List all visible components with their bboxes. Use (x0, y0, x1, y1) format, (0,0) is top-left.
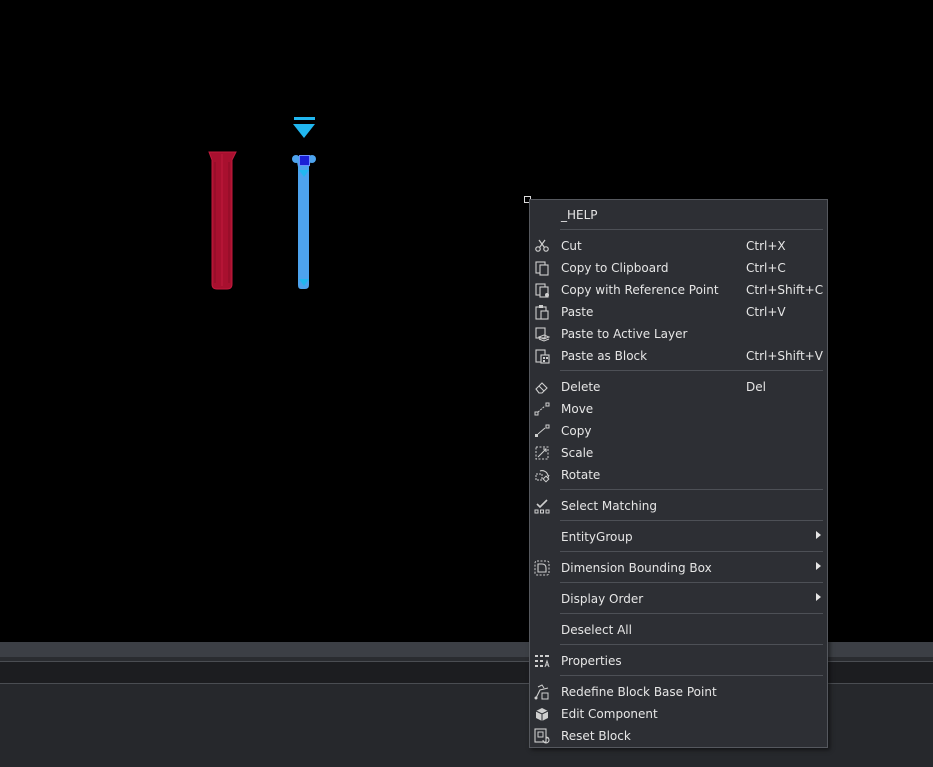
menu-item-help[interactable]: _HELP (532, 204, 825, 226)
menu-item-label: Display Order (561, 592, 644, 606)
menu-item-label: Paste (561, 305, 594, 319)
menu-separator (560, 229, 823, 230)
menu-separator (560, 551, 823, 552)
menu-item-label: Copy with Reference Point (561, 283, 719, 297)
menu-item-shortcut: Ctrl+Shift+V (746, 349, 823, 363)
menu-separator (560, 582, 823, 583)
dimension-bounding-box-icon (534, 560, 550, 576)
reset-block-icon (534, 728, 550, 744)
menu-item-edit-component[interactable]: Edit Component (532, 703, 825, 725)
edit-component-icon (534, 706, 550, 722)
grip-point[interactable] (299, 155, 310, 166)
menu-item-copy-to-clipboard[interactable]: Copy to Clipboard Ctrl+C (532, 257, 825, 279)
menu-item-label: Delete (561, 380, 601, 394)
menu-item-label: Scale (561, 446, 594, 460)
menu-item-copy[interactable]: Copy (532, 420, 825, 442)
menu-item-label: Copy to Clipboard (561, 261, 669, 275)
menu-item-scale[interactable]: Scale (532, 442, 825, 464)
copy-icon (534, 423, 550, 439)
menu-item-label: Copy (561, 424, 592, 438)
menu-item-reset-block[interactable]: Reset Block (532, 725, 825, 747)
menu-item-label: Rotate (561, 468, 601, 482)
menu-item-label: Dimension Bounding Box (561, 561, 712, 575)
menu-item-label: Paste to Active Layer (561, 327, 688, 341)
menu-item-label: _HELP (561, 208, 598, 222)
menu-item-paste-as-block[interactable]: Paste as Block Ctrl+Shift+V (532, 345, 825, 367)
properties-icon (534, 653, 550, 669)
redefine-base-point-icon (534, 684, 550, 700)
menu-item-properties[interactable]: Properties (532, 650, 825, 672)
menu-item-shortcut: Del (746, 380, 766, 394)
paste-layer-icon (534, 326, 550, 342)
select-matching-icon (534, 498, 550, 514)
menu-item-redefine-block-base-point[interactable]: Redefine Block Base Point (532, 681, 825, 703)
scale-icon (534, 445, 550, 461)
menu-item-label: Deselect All (561, 623, 632, 637)
menu-item-shortcut: Ctrl+Shift+C (746, 283, 824, 297)
menu-separator (560, 489, 823, 490)
blue-cylinder-object[interactable] (286, 115, 322, 295)
menu-separator (560, 370, 823, 371)
red-cylinder-object[interactable] (205, 148, 241, 293)
menu-item-dimension-bounding-box[interactable]: Dimension Bounding Box (532, 557, 825, 579)
menu-item-deselect-all[interactable]: Deselect All (532, 619, 825, 641)
menu-item-move[interactable]: Move (532, 398, 825, 420)
copy-clipboard-icon (534, 260, 550, 276)
menu-item-label: Redefine Block Base Point (561, 685, 717, 699)
submenu-arrow-icon (816, 593, 821, 601)
menu-item-label: Select Matching (561, 499, 658, 513)
menu-item-label: Edit Component (561, 707, 658, 721)
menu-item-paste[interactable]: Paste Ctrl+V (532, 301, 825, 323)
menu-item-shortcut: Ctrl+X (746, 239, 786, 253)
menu-separator (560, 644, 823, 645)
menu-item-label: Cut (561, 239, 582, 253)
menu-item-paste-to-active-layer[interactable]: Paste to Active Layer (532, 323, 825, 345)
menu-item-label: EntityGroup (561, 530, 633, 544)
submenu-arrow-icon (816, 531, 821, 539)
rotate-icon (534, 467, 550, 483)
context-menu: _HELP Cut Ctrl+X Copy to Clipboard Ctrl+… (529, 199, 828, 748)
menu-item-label: Paste as Block (561, 349, 648, 363)
menu-separator (560, 613, 823, 614)
scissors-icon (534, 238, 550, 254)
menu-item-copy-with-reference-point[interactable]: Copy with Reference Point Ctrl+Shift+C (532, 279, 825, 301)
menu-item-label: Move (561, 402, 594, 416)
menu-item-select-matching[interactable]: Select Matching (532, 495, 825, 517)
menu-separator (560, 675, 823, 676)
move-icon (534, 401, 550, 417)
copy-reference-icon (534, 282, 550, 298)
menu-item-label: Properties (561, 654, 622, 668)
menu-item-label: Reset Block (561, 729, 631, 743)
paste-icon (534, 304, 550, 320)
menu-item-cut[interactable]: Cut Ctrl+X (532, 235, 825, 257)
menu-item-shortcut: Ctrl+C (746, 261, 786, 275)
menu-item-entitygroup[interactable]: EntityGroup (532, 526, 825, 548)
menu-separator (560, 520, 823, 521)
eraser-icon (534, 379, 550, 395)
submenu-arrow-icon (816, 562, 821, 570)
paste-block-icon (534, 348, 550, 364)
menu-item-delete[interactable]: Delete Del (532, 376, 825, 398)
menu-item-shortcut: Ctrl+V (746, 305, 786, 319)
menu-item-display-order[interactable]: Display Order (532, 588, 825, 610)
menu-item-rotate[interactable]: Rotate (532, 464, 825, 486)
